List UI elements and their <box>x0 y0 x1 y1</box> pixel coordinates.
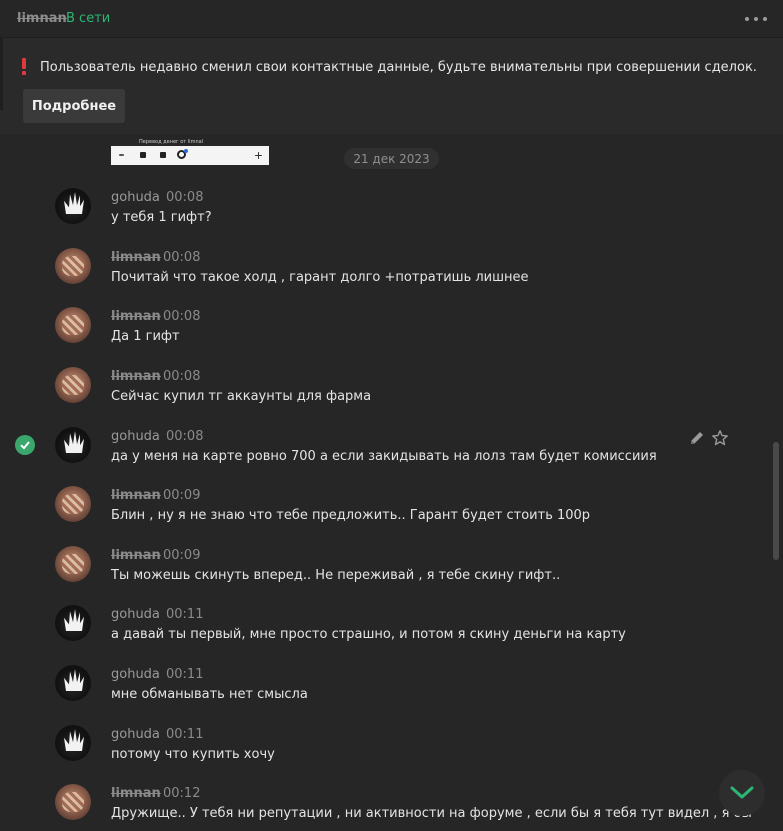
message-row[interactable]: limnan 00:08 Почитай что такое холд , га… <box>0 248 783 304</box>
message-row[interactable]: gohuda 00:11 мне обманывать нет смысла <box>0 665 783 721</box>
message-author[interactable]: gohuda <box>111 429 160 444</box>
message-time: 00:11 <box>166 667 204 682</box>
notice-text: Пользователь недавно сменил свои контакт… <box>40 60 757 75</box>
star-icon[interactable] <box>711 429 729 447</box>
avatar[interactable] <box>55 486 91 522</box>
more-horizontal-icon[interactable] <box>745 10 767 28</box>
message-time: 00:08 <box>163 369 201 384</box>
message-author[interactable]: gohuda <box>111 190 160 205</box>
message-time: 00:09 <box>163 548 201 563</box>
message-row[interactable]: limnan 00:08 Да 1 гифт <box>0 307 783 363</box>
message-text: мне обманывать нет смысла <box>111 687 308 702</box>
message-row[interactable]: limnan 00:09 Блин , ну я не знаю что теб… <box>0 486 783 542</box>
date-separator: 21 дек 2023 <box>344 148 439 169</box>
avatar[interactable] <box>55 248 91 284</box>
pinned-caption: Перевод денег от limnal <box>139 139 204 145</box>
avatar[interactable] <box>55 665 91 701</box>
message-text: да у меня на карте ровно 700 а если заки… <box>111 449 657 464</box>
pinned-image-thumbnail[interactable]: Перевод денег от limnal <box>111 138 269 166</box>
message-text: у тебя 1 гифт? <box>111 210 212 225</box>
message-author[interactable]: gohuda <box>111 607 160 622</box>
message-author[interactable]: limnan <box>111 786 161 801</box>
message-author[interactable]: limnan <box>111 250 161 265</box>
avatar[interactable] <box>55 307 91 343</box>
chevron-down-icon <box>730 786 754 799</box>
message-author[interactable]: gohuda <box>111 667 160 682</box>
avatar[interactable] <box>55 725 91 761</box>
avatar[interactable] <box>55 784 91 820</box>
message-row[interactable]: gohuda 00:11 а давай ты первый, мне прос… <box>0 605 783 661</box>
contact-change-notice: Пользователь недавно сменил свои контакт… <box>0 38 783 134</box>
message-time: 00:08 <box>163 250 201 265</box>
exclamation-icon <box>22 58 26 76</box>
message-text: Да 1 гифт <box>111 329 180 344</box>
message-time: 00:08 <box>163 309 201 324</box>
message-text: а давай ты первый, мне просто страшно, и… <box>111 627 626 642</box>
chat-header: limnan В сети <box>0 0 783 38</box>
pencil-icon[interactable] <box>688 429 706 447</box>
message-time: 00:12 <box>163 786 201 801</box>
message-row[interactable]: gohuda 00:11 потому что купить хочу <box>0 725 783 781</box>
message-row[interactable]: gohuda 00:08 у тебя 1 гифт? <box>0 188 783 244</box>
scrollbar-thumb[interactable] <box>773 442 779 560</box>
message-text: Ты можешь скинуть вперед.. Не переживай … <box>111 568 561 583</box>
message-text: Дружище.. У тебя ни репутации , ни актив… <box>111 806 752 821</box>
avatar[interactable] <box>55 546 91 582</box>
message-row[interactable]: limnan 00:08 Сейчас купил тг аккаунты дл… <box>0 367 783 423</box>
avatar[interactable] <box>55 427 91 463</box>
avatar[interactable] <box>55 605 91 641</box>
message-author[interactable]: limnan <box>111 548 161 563</box>
message-author[interactable]: limnan <box>111 369 161 384</box>
message-time: 00:08 <box>166 429 204 444</box>
check-circle-icon <box>15 435 35 455</box>
message-time: 00:09 <box>163 488 201 503</box>
message-text: Сейчас купил тг аккаунты для фарма <box>111 389 372 404</box>
notice-accent-bar <box>0 38 3 110</box>
message-row[interactable]: limnan 00:09 Ты можешь скинуть вперед.. … <box>0 546 783 602</box>
message-text: Блин , ну я не знаю что тебе предложить.… <box>111 508 591 523</box>
avatar[interactable] <box>55 188 91 224</box>
message-text: Почитай что такое холд , гарант долго +п… <box>111 270 529 285</box>
scroll-to-bottom-button[interactable] <box>719 770 765 816</box>
message-author[interactable]: limnan <box>111 309 161 324</box>
thumbnail-strip <box>111 146 269 165</box>
message-time: 00:11 <box>166 727 204 742</box>
message-time: 00:11 <box>166 607 204 622</box>
message-time: 00:08 <box>166 190 204 205</box>
message-row[interactable]: gohuda 00:08 да у меня на карте ровно 70… <box>0 427 783 483</box>
message-row[interactable]: limnan 00:12 Дружище.. У тебя ни репутац… <box>0 784 783 831</box>
message-author[interactable]: gohuda <box>111 727 160 742</box>
online-status: В сети <box>66 11 111 26</box>
avatar[interactable] <box>55 367 91 403</box>
contact-username[interactable]: limnan <box>17 11 67 26</box>
message-text: потому что купить хочу <box>111 747 275 762</box>
details-button[interactable]: Подробнее <box>23 89 125 123</box>
message-author[interactable]: limnan <box>111 488 161 503</box>
